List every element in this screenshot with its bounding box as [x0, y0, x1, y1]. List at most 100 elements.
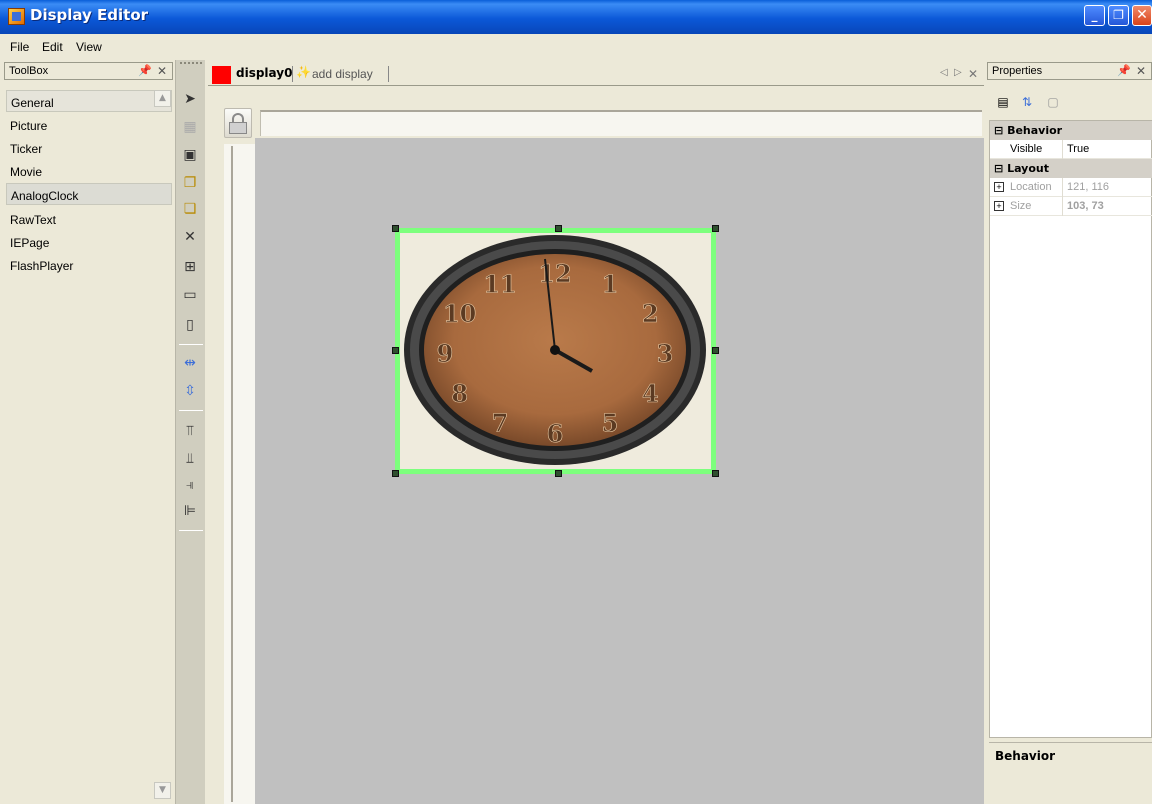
expand-icon[interactable]: + [994, 201, 1004, 211]
clock-numeral: 7 [492, 408, 509, 437]
property-divider [1062, 178, 1063, 197]
resize-handle-s[interactable] [555, 470, 562, 477]
maximize-button[interactable]: ❐ [1108, 5, 1129, 26]
menu-view[interactable]: View [76, 40, 102, 54]
toolstrip-separator [179, 344, 203, 345]
resize-handle-ne[interactable] [712, 225, 719, 232]
window-title: Display Editor [30, 6, 149, 24]
collapse-icon[interactable]: ⊟ [994, 124, 1003, 137]
alphabetical-icon[interactable]: ⇅ [1017, 92, 1037, 112]
clock-numeral: 3 [657, 339, 674, 368]
grid-icon[interactable]: ▦ [179, 116, 201, 138]
collapse-icon[interactable]: ⊟ [994, 162, 1003, 175]
fit-width-icon[interactable]: ▭ [179, 284, 201, 306]
app-icon [8, 8, 25, 25]
send-back-icon[interactable]: ❏ [179, 198, 201, 220]
clock-numeral: 6 [547, 419, 564, 448]
property-description: Behavior [989, 742, 1152, 804]
pin-icon[interactable]: 📌 [1117, 64, 1131, 77]
close-icon[interactable]: ✕ [157, 64, 167, 78]
resize-handle-n[interactable] [555, 225, 562, 232]
close-button[interactable]: ✕ [1132, 5, 1152, 26]
clock-numeral: 2 [642, 299, 659, 328]
tab-right-icon[interactable]: ▷ [954, 67, 962, 78]
menu-edit[interactable]: Edit [42, 40, 63, 54]
property-pages-icon[interactable]: ▢ [1043, 92, 1063, 112]
fit-height-icon[interactable]: ▯ [179, 314, 201, 336]
properties-header: Properties 📌 ✕ [987, 62, 1152, 80]
properties-title: Properties [992, 65, 1043, 77]
center-horizontal-icon[interactable]: ⇹ [179, 352, 201, 374]
clock-numeral: 4 [642, 379, 659, 408]
property-key: Location [1010, 181, 1052, 193]
expand-icon[interactable]: + [994, 182, 1004, 192]
categorized-icon[interactable]: ▤ [993, 92, 1013, 112]
resize-handle-w[interactable] [392, 347, 399, 354]
align-right-icon[interactable]: ⫣ [179, 474, 201, 496]
property-divider [1062, 197, 1063, 216]
picture-icon[interactable]: ▣ [179, 144, 201, 166]
properties-panel: Properties 📌 ✕ ▤ ⇅ ▢ ⊟ Behavior Visible … [987, 62, 1152, 804]
tab-divider [292, 66, 293, 82]
delete-icon[interactable]: ✕ [179, 226, 201, 248]
scroll-up-icon[interactable]: ▲ [154, 90, 171, 107]
clock-numeral: 10 [443, 299, 476, 328]
pointer-icon[interactable]: ➤ [179, 88, 201, 110]
design-canvas[interactable]: 12 1 2 3 4 5 6 7 8 9 10 11 [255, 138, 984, 804]
property-key: Visible [1010, 143, 1043, 155]
add-display-icon[interactable]: ✨ [296, 65, 311, 79]
toolbox-item-ticker[interactable]: Ticker [6, 137, 172, 159]
toolstrip-separator [179, 410, 203, 411]
tab-display0[interactable]: display0 [236, 66, 292, 80]
align-left-icon[interactable]: ⊫ [179, 500, 201, 522]
property-row-visible[interactable]: Visible True [990, 140, 1152, 159]
display-color-swatch [212, 66, 231, 84]
align-bottom-icon[interactable]: ⫫ [179, 448, 201, 470]
horizontal-ruler [260, 110, 982, 136]
clock-numeral: 12 [538, 259, 571, 288]
property-value[interactable]: 103, 73 [1067, 200, 1104, 212]
scroll-down-icon[interactable]: ▼ [154, 782, 171, 799]
center-vertical-icon[interactable]: ⇳ [179, 380, 201, 402]
lock-body [229, 122, 247, 134]
layout-toolstrip: ➤ ▦ ▣ ❐ ❏ ✕ ⊞ ▭ ▯ ⇹ ⇳ ⫪ ⫫ ⫣ ⊫ [175, 60, 205, 804]
tab-divider [388, 66, 389, 82]
category-layout[interactable]: ⊟ Layout [990, 159, 1152, 178]
toolbox-item-rawtext[interactable]: RawText [6, 208, 172, 230]
menu-bar: File Edit View [0, 34, 1152, 58]
align-top-icon[interactable]: ⫪ [179, 420, 201, 442]
toolbox-item-analogclock[interactable]: AnalogClock [6, 183, 172, 205]
bring-front-icon[interactable]: ❐ [179, 172, 201, 194]
center-icon[interactable]: ⊞ [179, 256, 201, 278]
tab-left-icon[interactable]: ◁ [940, 67, 948, 78]
category-behavior[interactable]: ⊟ Behavior [990, 121, 1152, 140]
property-value[interactable]: True [1067, 143, 1089, 155]
close-icon[interactable]: ✕ [1136, 64, 1146, 78]
resize-handle-se[interactable] [712, 470, 719, 477]
toolbox-item-general[interactable]: General [6, 90, 172, 112]
resize-handle-e[interactable] [712, 347, 719, 354]
menu-file[interactable]: File [10, 40, 29, 54]
pin-icon[interactable]: 📌 [138, 64, 152, 77]
clock-numeral: 9 [437, 339, 454, 368]
title-bar: Display Editor _ ❐ ✕ [0, 0, 1152, 34]
tab-close-icon[interactable]: ✕ [968, 67, 978, 81]
property-key: Size [1010, 200, 1032, 212]
toolbox-item-movie[interactable]: Movie [6, 160, 172, 182]
toolbox-item-picture[interactable]: Picture [6, 114, 172, 136]
clock-numeral: 11 [483, 270, 516, 299]
resize-handle-nw[interactable] [392, 225, 399, 232]
property-value[interactable]: 121, 116 [1067, 181, 1109, 193]
minimize-button[interactable]: _ [1084, 5, 1105, 26]
lock-button[interactable] [224, 108, 252, 138]
property-grid: ⊟ Behavior Visible True ⊟ Layout + Locat… [989, 120, 1152, 738]
property-row-location[interactable]: + Location 121, 116 [990, 178, 1152, 197]
resize-handle-sw[interactable] [392, 470, 399, 477]
tab-add-display[interactable]: add display [312, 67, 373, 81]
toolstrip-grip[interactable] [180, 62, 202, 66]
property-row-size[interactable]: + Size 103, 73 [990, 197, 1152, 216]
toolbox-item-flashplayer[interactable]: FlashPlayer [6, 254, 172, 276]
analog-clock-control[interactable]: 12 1 2 3 4 5 6 7 8 9 10 11 [392, 225, 719, 477]
document-tabs: display0 ✨ add display ◁ ▷ ✕ [208, 62, 984, 86]
toolbox-item-iepage[interactable]: IEPage [6, 231, 172, 253]
